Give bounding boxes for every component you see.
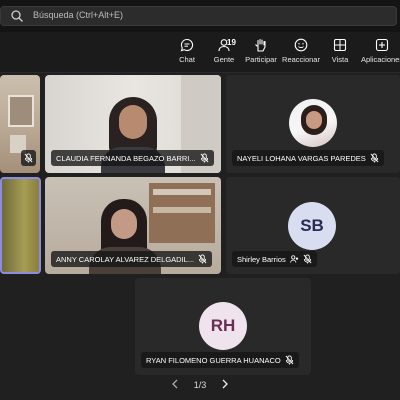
video-tile-nayeli[interactable]: NAYELI LOHANA VARGAS PAREDES — [226, 75, 400, 173]
video-tile-partial-middle[interactable] — [0, 177, 41, 274]
view-label: Vista — [331, 55, 349, 64]
name-plate: CLAUDIA FERNANDA BEGAZO BARRI... — [51, 150, 214, 166]
apps-button[interactable]: Aplicaciones — [361, 36, 400, 68]
avatar-initials: SB — [300, 216, 324, 235]
mic-muted-icon — [200, 153, 209, 163]
search-placeholder: Búsqueda (Ctrl+Alt+E) — [33, 10, 124, 20]
people-label: Gente — [213, 55, 235, 64]
mic-muted-icon — [285, 355, 294, 365]
participant-name: Shirley Barrios — [237, 254, 286, 264]
grid-view-icon — [333, 38, 347, 52]
react-button[interactable]: Reaccionar — [281, 36, 321, 68]
avatar-initials: RH — [210, 316, 236, 335]
react-label: Reaccionar — [282, 55, 320, 64]
participant-name: NAYELI LOHANA VARGAS PAREDES — [237, 153, 366, 163]
guest-icon — [290, 255, 298, 263]
mic-muted-icon — [303, 254, 312, 264]
view-button[interactable]: Vista — [320, 36, 360, 68]
participant-avatar: RH — [199, 302, 247, 350]
mic-muted-icon — [370, 153, 379, 163]
participant-name: ANNY CAROLAY ALVAREZ DELGADIL... — [56, 254, 195, 264]
bookshelf-row — [153, 189, 211, 195]
people-button[interactable]: 19 Gente — [204, 36, 244, 68]
chevron-left-icon — [172, 379, 178, 389]
title-bar: Búsqueda (Ctrl+Alt+E) — [0, 0, 400, 32]
participant-face — [111, 209, 137, 239]
name-plate: RYAN FILOMENO GUERRA HUANACO — [141, 352, 299, 368]
meeting-toolbar: Chat 19 Gente Participar Reaccionar Vist… — [0, 32, 400, 73]
video-tile-ryan[interactable]: RH RYAN FILOMENO GUERRA HUANACO — [135, 278, 311, 375]
mic-muted-icon — [24, 153, 33, 163]
name-plate: ANNY CAROLAY ALVAREZ DELGADIL... — [51, 251, 213, 267]
avatar-face — [306, 111, 322, 129]
page-indicator: 1/3 — [193, 380, 207, 390]
name-plate: Shirley Barrios — [232, 251, 317, 267]
search-input[interactable]: Búsqueda (Ctrl+Alt+E) — [0, 6, 397, 26]
participant-name: RYAN FILOMENO GUERRA HUANACO — [146, 355, 281, 365]
page-navigation: 1/3 — [0, 379, 400, 395]
people-count: 19 — [227, 38, 236, 47]
bookshelf-row — [153, 207, 211, 213]
participant-name: CLAUDIA FERNANDA BEGAZO BARRI... — [56, 153, 196, 163]
search-icon — [11, 10, 23, 22]
background-shelf — [8, 95, 34, 127]
chat-label: Chat — [179, 55, 195, 64]
smiley-icon — [294, 38, 308, 52]
apps-label: Aplicaciones — [361, 55, 400, 64]
participant-face — [119, 105, 147, 139]
mic-muted-icon — [198, 254, 207, 264]
participant-avatar-photo — [289, 99, 337, 147]
name-plate: NAYELI LOHANA VARGAS PAREDES — [232, 150, 384, 166]
participant-avatar: SB — [288, 202, 336, 250]
video-tile-claudia[interactable]: CLAUDIA FERNANDA BEGAZO BARRI... — [45, 75, 221, 173]
chat-icon — [180, 38, 194, 52]
name-plate — [21, 150, 36, 166]
chat-button[interactable]: Chat — [167, 36, 207, 68]
raise-hand-label: Participar — [245, 55, 277, 64]
chevron-right-icon — [222, 379, 228, 389]
video-tile-anny[interactable]: ANNY CAROLAY ALVAREZ DELGADIL... — [45, 177, 221, 274]
video-tile-partial-top[interactable] — [0, 75, 40, 173]
hand-icon — [255, 38, 266, 52]
previous-page-button[interactable] — [171, 379, 179, 391]
next-page-button[interactable] — [221, 379, 229, 391]
video-stage: CLAUDIA FERNANDA BEGAZO BARRI... NAYELI … — [0, 73, 400, 400]
video-tile-shirley[interactable]: SB Shirley Barrios — [226, 177, 400, 274]
add-apps-icon — [375, 38, 389, 52]
raise-hand-button[interactable]: Participar — [241, 36, 281, 68]
